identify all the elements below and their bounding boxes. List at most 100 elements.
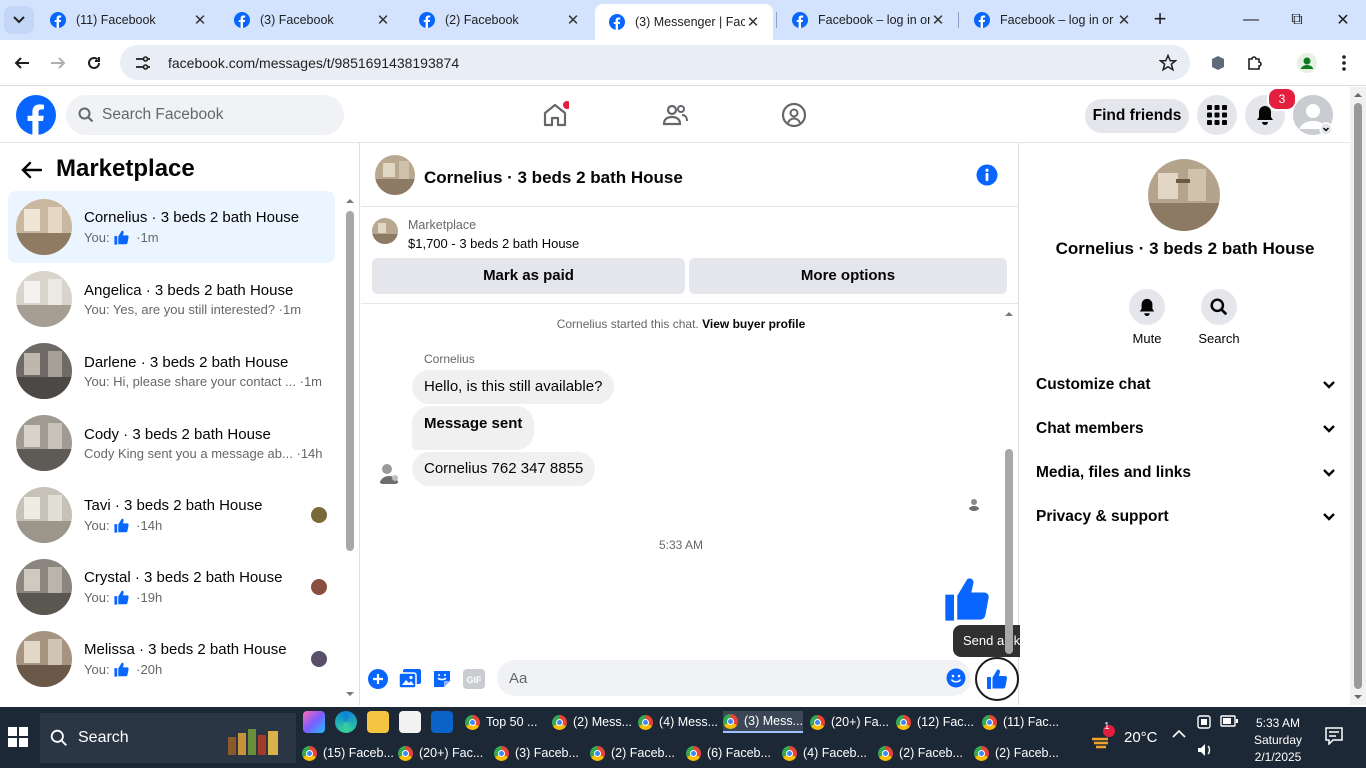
browser-tab[interactable]: (3) Messenger | Facebook✕	[595, 4, 773, 40]
taskbar-window[interactable]: (3) Mess...	[723, 711, 803, 733]
notifications-button[interactable]: 3	[1245, 87, 1297, 135]
taskbar-window[interactable]: (2) Faceb...	[878, 742, 970, 764]
details-section[interactable]: Privacy & support	[1036, 497, 1336, 537]
taskbar-window[interactable]: (15) Faceb...	[302, 742, 394, 764]
phone-link-icon[interactable]	[1197, 715, 1211, 729]
outlook-app-icon[interactable]	[431, 711, 453, 733]
conversation-list-scrollbar[interactable]	[344, 195, 356, 700]
friends-nav-icon[interactable]	[657, 97, 693, 133]
back-arrow-icon[interactable]	[20, 161, 42, 179]
taskbar-search[interactable]: Search	[40, 713, 296, 763]
contact-avatar[interactable]	[1148, 159, 1220, 231]
conversation-item[interactable]: Angelica · 3 beds 2 bath House You: Yes, …	[8, 263, 335, 335]
edge-app-icon[interactable]	[335, 711, 357, 733]
site-info-icon[interactable]	[134, 55, 156, 71]
browser-tab[interactable]: (11) Facebook ✕	[36, 0, 220, 40]
taskbar-window[interactable]: (2) Faceb...	[590, 742, 682, 764]
copilot-app-icon[interactable]	[303, 711, 325, 733]
taskbar-window[interactable]: (20+) Fac...	[398, 742, 490, 764]
tab-close-icon[interactable]: ✕	[1116, 12, 1132, 29]
windows-start-button[interactable]	[8, 727, 28, 747]
conversation-item[interactable]: Darlene · 3 beds 2 bath House You: Hi, pl…	[8, 335, 335, 407]
new-tab-button[interactable]: +	[1148, 8, 1172, 32]
maximize-button[interactable]: ⧉	[1274, 0, 1320, 40]
message-bubble[interactable]: Hello, is this still available?	[412, 370, 615, 404]
battery-icon[interactable]	[1220, 715, 1238, 727]
details-section[interactable]: Customize chat	[1036, 365, 1336, 405]
chat-avatar[interactable]	[375, 155, 415, 195]
home-nav-icon[interactable]	[537, 97, 573, 133]
details-section[interactable]: Chat members	[1036, 409, 1336, 449]
mark-as-paid-button[interactable]: Mark as paid	[372, 258, 685, 294]
gif-icon[interactable]: GIF	[462, 667, 486, 691]
tab-close-icon[interactable]: ✕	[745, 14, 761, 31]
view-buyer-profile-link[interactable]: View buyer profile	[702, 317, 805, 331]
chat-title[interactable]: Cornelius · 3 beds 2 bath House	[424, 168, 683, 188]
tray-chevron-icon[interactable]	[1172, 729, 1186, 739]
find-friends-button[interactable]: Find friends	[1085, 99, 1189, 133]
minimize-button[interactable]: —	[1228, 0, 1274, 40]
conversation-item[interactable]: Cornelius · 3 beds 2 bath House You: · 1m	[8, 191, 335, 263]
browser-tab[interactable]: (3) Facebook ✕	[220, 0, 403, 40]
menu-grid-button[interactable]	[1197, 95, 1237, 135]
browser-menu-icon[interactable]	[1334, 53, 1354, 73]
browser-tab[interactable]: Facebook – log in or sign up✕	[960, 0, 1144, 40]
taskbar-window[interactable]: (12) Fac...	[896, 711, 976, 733]
listing-thumbnail[interactable]	[372, 218, 398, 244]
taskbar-window[interactable]: (20+) Fa...	[810, 711, 890, 733]
back-button[interactable]	[8, 49, 36, 77]
conversation-item[interactable]: Melissa · 3 beds 2 bath House You: · 20h	[8, 623, 335, 695]
emoji-icon[interactable]	[946, 668, 966, 688]
volume-icon[interactable]	[1197, 743, 1213, 757]
conversation-item[interactable]: Crystal · 3 beds 2 bath House You: · 19h	[8, 551, 335, 623]
message-bubble[interactable]: Cornelius 762 347 8855	[412, 452, 596, 486]
message-bubble[interactable]: Message sent	[412, 406, 535, 450]
taskbar-window[interactable]: (4) Mess...	[638, 711, 718, 733]
reload-button[interactable]	[80, 49, 108, 77]
tab-search-button[interactable]	[4, 6, 34, 34]
tab-close-icon[interactable]: ✕	[565, 12, 581, 29]
details-section[interactable]: Media, files and links	[1036, 453, 1336, 493]
file-explorer-icon[interactable]	[367, 711, 389, 733]
taskbar-window[interactable]: (11) Fac...	[982, 711, 1062, 733]
browser-tab[interactable]: (2) Facebook ✕	[405, 0, 593, 40]
info-icon[interactable]	[976, 164, 998, 186]
tab-close-icon[interactable]: ✕	[375, 12, 391, 29]
extension-cube-icon[interactable]	[1208, 53, 1228, 73]
sticker-icon[interactable]	[430, 667, 454, 691]
groups-nav-icon[interactable]	[776, 97, 812, 133]
conversation-item[interactable]: Cody · 3 beds 2 bath House Cody King sent…	[8, 407, 335, 479]
store-app-icon[interactable]	[399, 711, 421, 733]
taskbar-window[interactable]: (4) Faceb...	[782, 742, 874, 764]
send-like-button[interactable]	[975, 657, 1019, 701]
notification-center-icon[interactable]	[1325, 727, 1343, 745]
weather-widget[interactable]: 1 20°C	[1090, 721, 1158, 749]
sender-avatar[interactable]	[375, 458, 403, 486]
taskbar-window[interactable]: (3) Faceb...	[494, 742, 586, 764]
taskbar-window[interactable]: (6) Faceb...	[686, 742, 778, 764]
taskbar-clock[interactable]: 5:33 AM Saturday 2/1/2025	[1248, 715, 1308, 766]
facebook-search-box[interactable]: Search Facebook	[66, 95, 344, 135]
extensions-puzzle-icon[interactable]	[1245, 53, 1265, 73]
listing-title[interactable]: $1,700 - 3 beds 2 bath House	[408, 236, 579, 251]
search-in-chat-button[interactable]: Search	[1191, 289, 1247, 346]
plus-circle-icon[interactable]	[366, 667, 390, 691]
taskbar-window[interactable]: Top 50 ...	[465, 711, 545, 733]
taskbar-window[interactable]: (2) Faceb...	[974, 742, 1066, 764]
tab-close-icon[interactable]: ✕	[930, 12, 946, 29]
mute-button[interactable]: Mute	[1119, 289, 1175, 346]
gallery-icon[interactable]	[398, 667, 422, 691]
facebook-logo-icon[interactable]	[16, 95, 56, 135]
taskbar-window[interactable]: (2) Mess...	[552, 711, 632, 733]
browser-tab[interactable]: Facebook – log in or sign up✕	[778, 0, 958, 40]
conversation-item[interactable]: Tavi · 3 beds 2 bath House You: · 14h	[8, 479, 335, 551]
more-options-button[interactable]: More options	[689, 258, 1007, 294]
profile-avatar-icon[interactable]	[1297, 53, 1317, 73]
bookmark-star-icon[interactable]	[1158, 53, 1178, 73]
address-bar[interactable]: facebook.com/messages/t/9851691438193874	[120, 45, 1190, 80]
page-scrollbar[interactable]	[1350, 87, 1366, 705]
chat-scrollbar[interactable]	[1002, 306, 1016, 656]
forward-button[interactable]	[44, 49, 72, 77]
close-window-button[interactable]: ✕	[1320, 0, 1366, 40]
message-input[interactable]	[497, 660, 971, 696]
